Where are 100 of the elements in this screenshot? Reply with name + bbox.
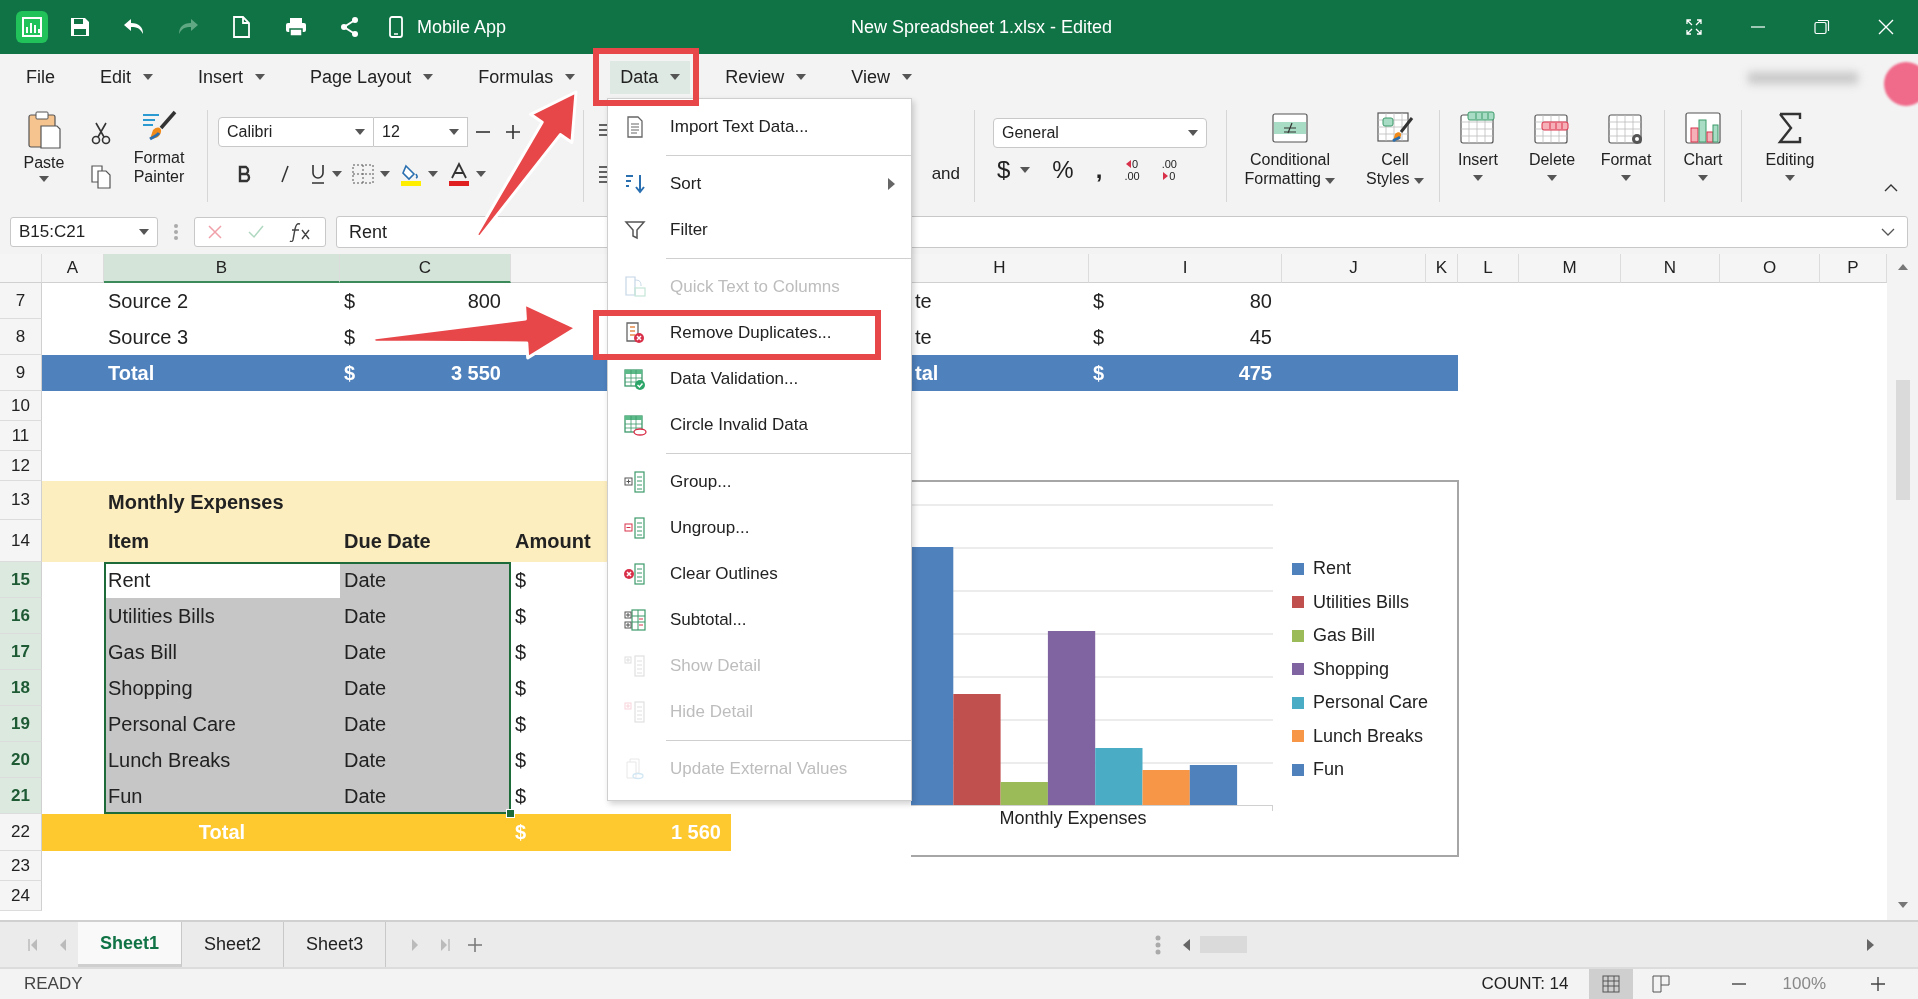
bold-icon[interactable]: [237, 165, 253, 183]
zoom-in-icon[interactable]: [1871, 977, 1885, 991]
menu-item[interactable]: Circle Invalid Data: [670, 415, 808, 435]
chart-button[interactable]: Chart: [1673, 110, 1733, 210]
column-header[interactable]: P: [1820, 254, 1887, 283]
menu-item[interactable]: Remove Duplicates...: [670, 323, 832, 343]
increase-decimal-button[interactable]: 0 .00: [1124, 158, 1140, 182]
currency-style-button[interactable]: $: [997, 156, 1031, 184]
menu-tab[interactable]: Edit: [90, 60, 164, 94]
delete-button[interactable]: Delete: [1522, 110, 1582, 210]
column-header[interactable]: L: [1458, 254, 1519, 283]
column-header[interactable]: I: [1089, 254, 1282, 283]
menu-item[interactable]: Sort: [670, 174, 702, 194]
checkmark-icon[interactable]: [247, 224, 265, 240]
row-header[interactable]: 7: [0, 283, 42, 319]
row-header[interactable]: 11: [0, 421, 42, 451]
fullscreen-icon[interactable]: [1686, 19, 1702, 35]
menu-tab[interactable]: Insert: [188, 60, 276, 94]
row-header[interactable]: 19: [0, 706, 42, 742]
row-header[interactable]: 13: [0, 481, 42, 520]
add-sheet-icon[interactable]: [468, 937, 483, 952]
drag-handle-icon[interactable]: [1155, 934, 1162, 955]
column-header[interactable]: K: [1426, 254, 1458, 283]
scroll-down-icon[interactable]: [1897, 902, 1908, 908]
sheet-tab[interactable]: Sheet1: [78, 922, 183, 967]
menu-item[interactable]: Filter: [670, 220, 708, 240]
column-header[interactable]: B: [104, 254, 340, 283]
row-header[interactable]: 20: [0, 742, 42, 778]
column-header[interactable]: M: [1519, 254, 1621, 283]
cell-styles-button[interactable]: Cell Styles: [1359, 110, 1431, 210]
close-icon[interactable]: [1878, 19, 1894, 35]
scroll-left-icon[interactable]: [1183, 938, 1191, 951]
restore-icon[interactable]: [1814, 19, 1830, 35]
scrollbar-thumb[interactable]: [1895, 380, 1910, 500]
save-icon[interactable]: [69, 16, 91, 38]
menu-item[interactable]: Clear Outlines: [670, 564, 778, 584]
row-header[interactable]: 15: [0, 562, 42, 598]
insert-button[interactable]: Insert: [1448, 110, 1508, 210]
new-icon[interactable]: [231, 16, 253, 38]
column-header[interactable]: O: [1720, 254, 1820, 283]
sheet-tab[interactable]: Sheet3: [284, 922, 387, 967]
scroll-up-icon[interactable]: [1897, 264, 1908, 270]
remove-duplicates-icon: [623, 321, 647, 345]
mobile-app-button[interactable]: Mobile App: [389, 16, 507, 38]
font-size-dropdown[interactable]: 12: [374, 117, 468, 147]
row-header[interactable]: 17: [0, 634, 42, 670]
column-header[interactable]: N: [1621, 254, 1720, 283]
row-header[interactable]: 23: [0, 851, 42, 881]
menu-tab[interactable]: Page Layout: [300, 60, 444, 94]
print-icon[interactable]: [285, 16, 307, 38]
drag-handle-icon[interactable]: [174, 224, 178, 240]
plus-icon[interactable]: [505, 124, 521, 140]
copy-icon[interactable]: [90, 164, 112, 190]
sheet-tab[interactable]: Sheet2: [182, 922, 285, 967]
chart-card[interactable]: Monthly Expenses Rent Utilities Bills Gas Bill Shopping Personal Care Lunch Breaks Fun: [911, 480, 1459, 857]
currency-symbol: $: [515, 712, 527, 736]
row-header[interactable]: 10: [0, 391, 42, 421]
menu-tab[interactable]: Data: [610, 60, 691, 94]
name-box[interactable]: B15:C21: [10, 217, 158, 247]
comma-style-button[interactable]: ,: [1095, 156, 1103, 184]
menu-tab[interactable]: Review: [715, 60, 817, 94]
column-header[interactable]: A: [42, 254, 104, 283]
row-header[interactable]: 16: [0, 598, 42, 634]
menu-tab[interactable]: View: [841, 60, 922, 94]
format-button[interactable]: Format: [1596, 110, 1656, 210]
fill-handle[interactable]: [506, 809, 515, 818]
number-format-dropdown[interactable]: General: [993, 118, 1207, 148]
row-header[interactable]: 8: [0, 319, 42, 355]
menu-item[interactable]: Group...: [670, 472, 732, 492]
scroll-right-icon[interactable]: [1867, 938, 1874, 951]
avatar-icon[interactable]: [1884, 62, 1918, 106]
paste-button[interactable]: Paste: [16, 110, 72, 182]
editing-button[interactable]: Editing: [1760, 110, 1820, 210]
decrease-decimal-button[interactable]: .00 0: [1161, 158, 1177, 182]
format-painter-button[interactable]: Format Painter: [124, 110, 194, 186]
expand-chevron-icon[interactable]: [1881, 228, 1895, 236]
row-header[interactable]: 21: [0, 778, 42, 814]
row-header[interactable]: 14: [0, 520, 42, 562]
row-header[interactable]: 24: [0, 881, 42, 911]
insert-icon: [1458, 110, 1498, 146]
row-header[interactable]: 22: [0, 814, 42, 851]
menu-item[interactable]: Import Text Data...: [670, 117, 809, 137]
caret-icon: [39, 176, 49, 182]
column-header[interactable]: H: [911, 254, 1089, 283]
percent-style-button[interactable]: %: [1052, 156, 1074, 184]
row-header[interactable]: 9: [0, 355, 42, 391]
font-name-dropdown[interactable]: Calibri: [218, 117, 374, 147]
menu-item[interactable]: Data Validation...: [670, 369, 799, 389]
column-header[interactable]: C: [340, 254, 511, 283]
column-header[interactable]: J: [1282, 254, 1426, 283]
conditional-formatting-button[interactable]: Conditional Formatting: [1235, 110, 1345, 210]
scissors-icon[interactable]: [90, 121, 112, 145]
menu-tab[interactable]: File: [16, 60, 65, 94]
menu-tab[interactable]: Formulas: [468, 60, 586, 94]
menu-item[interactable]: Subtotal...: [670, 610, 747, 630]
normal-view-button[interactable]: [1588, 969, 1633, 999]
row-header[interactable]: 18: [0, 670, 42, 706]
italic-icon[interactable]: [278, 165, 292, 183]
row-header[interactable]: 12: [0, 451, 42, 481]
share-icon[interactable]: [339, 16, 361, 38]
